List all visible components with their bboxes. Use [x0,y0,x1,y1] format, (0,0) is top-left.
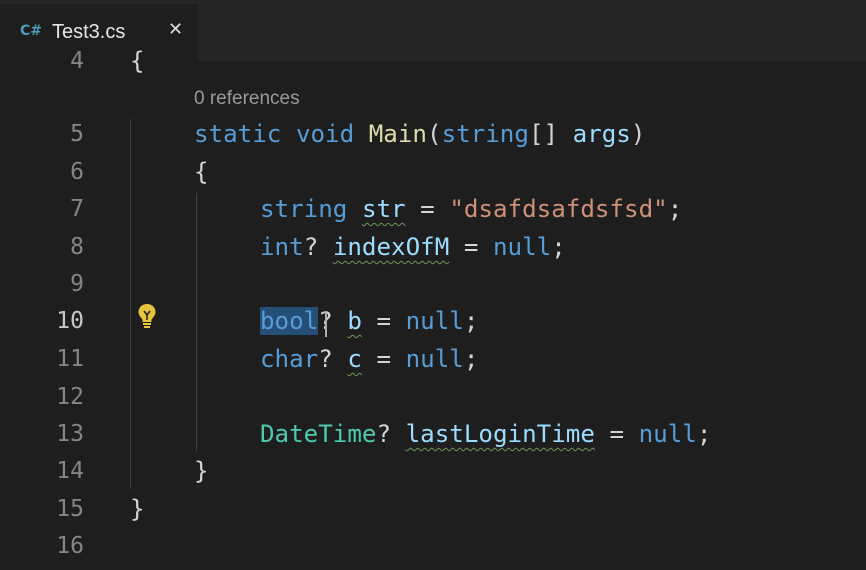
code-line: { [130,47,145,75]
code-line: DateTime? lastLoginTime = null; [260,416,711,453]
codelens-references[interactable]: 0 references [194,88,300,110]
token-punct: ? [318,345,348,373]
token-variable: c [347,345,362,373]
token-string: "dsafdsafdsfsd" [449,195,668,223]
token-variable: str [361,195,406,223]
line-number: 13 [56,421,84,447]
code-line: string str = "dsafdsafdsfsd"; [260,191,682,228]
token-function: Main [368,120,427,148]
line-number: 16 [56,533,84,559]
token-punct: ; [667,195,683,223]
indent-guide [196,193,197,451]
line-number: 11 [56,346,84,372]
token-keyword: static [194,120,282,148]
line-number: 7 [70,196,84,222]
code-line: } [130,491,145,528]
token-punct: } [130,495,145,523]
token-punct: ( [427,120,442,148]
code-line: static void Main(string[] args) [194,116,645,153]
token-punct: { [194,158,209,186]
token-punct: ; [551,233,566,261]
code-line: { [194,154,209,191]
line-number: 12 [56,384,84,410]
token-variable: indexOfM [332,233,450,261]
token-keyword: void [295,120,355,148]
token-keyword: null [405,345,464,373]
token-punct: } [194,457,209,485]
token-keyword: char [260,345,319,373]
text-cursor [325,311,327,337]
code-editor[interactable]: 4 { 0 references 5 6 7 8 9 10 11 12 13 1… [0,47,866,570]
token-punct: [] [528,120,573,148]
token-punct: ; [696,420,712,448]
token-type: DateTime [260,420,377,448]
token-keyword: string [260,195,348,223]
token-punct: ; [463,345,479,373]
token-keyword-selected: bool [260,307,319,335]
token-punct: ? [303,233,333,261]
line-number-active: 10 [56,308,84,334]
code-line: char? c = null; [260,341,478,378]
code-line: int? indexOfM = null; [260,229,566,266]
token-keyword: null [405,307,464,335]
token-punct: ; [463,307,479,335]
token-punct: = [361,307,406,335]
tab-label: Test3.cs [52,21,126,43]
token-punct: = [594,420,639,448]
token-variable: args [572,120,631,148]
token-punct: ) [630,120,646,148]
line-number: 5 [70,121,84,147]
line-number: 9 [70,271,84,297]
line-number: 14 [56,458,84,484]
code-line: } [194,453,209,490]
token-keyword: null [638,420,697,448]
token-punct: ? [376,420,406,448]
token-keyword: int [260,233,304,261]
token-punct: = [361,345,406,373]
token-keyword: string [441,120,529,148]
lightbulb-icon[interactable] [137,303,157,329]
token-punct: = [405,195,450,223]
token-variable: lastLoginTime [405,420,595,448]
line-number: 8 [70,234,84,260]
line-number: 6 [70,159,84,185]
line-number: 15 [56,496,84,522]
token-punct: ? [318,307,348,335]
line-number: 4 [70,48,84,74]
csharp-file-icon: C# [20,23,43,39]
indent-guide [130,119,131,489]
token-keyword: null [493,233,552,261]
token-punct: = [449,233,493,261]
token-variable: b [347,307,362,335]
close-icon[interactable]: ✕ [168,19,183,40]
code-line-active: bool? b = null; [260,303,478,340]
